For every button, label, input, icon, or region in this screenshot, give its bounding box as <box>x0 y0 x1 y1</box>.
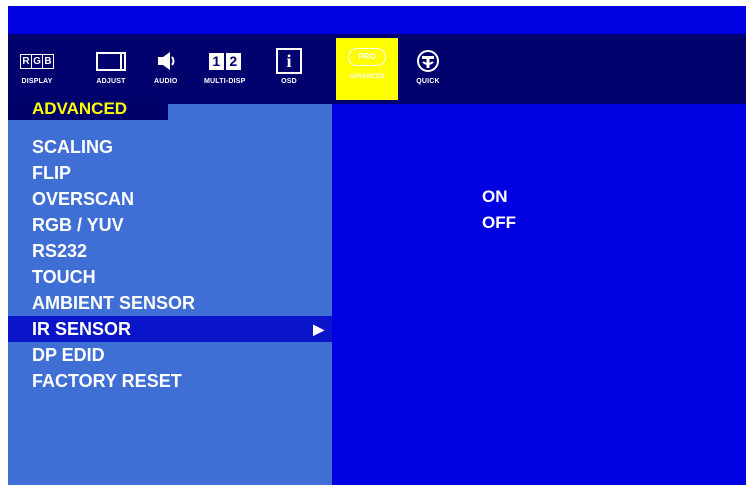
tab-advanced[interactable]: PRO ADVANCED <box>336 38 398 100</box>
menu-item-label: FLIP <box>32 163 71 183</box>
quick-icon <box>416 46 440 76</box>
tab-adjust[interactable]: ADJUST <box>96 46 126 98</box>
menu-item-label: SCALING <box>32 137 113 157</box>
adjust-icon <box>96 46 126 76</box>
menu-item-label: AMBIENT SENSOR <box>32 293 196 313</box>
tab-advanced-label: ADVANCED <box>349 74 385 80</box>
menu-item-label: DP EDID <box>32 345 105 365</box>
advanced-menu: SCALING FLIP OVERSCAN RGB / YUV RS232 TO… <box>8 134 332 394</box>
menu-item-touch[interactable]: TOUCH <box>8 264 332 290</box>
tab-multi-disp[interactable]: 1 2 MULTI-DISP <box>204 46 246 98</box>
menu-item-flip[interactable]: FLIP <box>8 160 332 186</box>
multi-display-digit-1: 1 <box>208 52 224 70</box>
tab-osd-label: OSD <box>281 78 297 85</box>
tab-audio-label: AUDIO <box>154 78 178 85</box>
speaker-icon <box>155 46 177 76</box>
section-title: ADVANCED <box>8 98 168 120</box>
tab-audio[interactable]: AUDIO <box>154 46 178 98</box>
menu-item-dp-edid[interactable]: DP EDID <box>8 342 332 368</box>
tab-quick-label: QUICK <box>416 78 440 85</box>
menu-item-overscan[interactable]: OVERSCAN <box>8 186 332 212</box>
tab-display-label: DISPLAY <box>21 78 53 85</box>
arrow-right-icon: ▶ <box>313 321 324 337</box>
menu-item-rgb-yuv[interactable]: RGB / YUV <box>8 212 332 238</box>
multi-display-icon: 1 2 <box>208 46 241 76</box>
menu-item-label: FACTORY RESET <box>32 371 182 391</box>
tab-display[interactable]: R G B DISPLAY <box>20 46 54 98</box>
menu-item-label: IR SENSOR <box>32 319 132 339</box>
rgb-display-icon: R G B <box>20 46 54 76</box>
menu-item-label: RS232 <box>32 241 88 261</box>
rgb-letter-g: G <box>32 54 43 68</box>
tab-osd[interactable]: i OSD <box>276 46 302 98</box>
rgb-letter-r: R <box>21 54 32 68</box>
tab-adjust-label: ADJUST <box>96 78 126 85</box>
ir-sensor-options: ON OFF <box>482 184 516 236</box>
top-strip <box>8 6 746 34</box>
menu-item-ambient-sensor[interactable]: AMBIENT SENSOR <box>8 290 332 316</box>
menu-item-scaling[interactable]: SCALING <box>8 134 332 160</box>
multi-display-digit-2: 2 <box>225 52 241 70</box>
menu-item-ir-sensor[interactable]: IR SENSOR ▶ <box>8 316 332 342</box>
pro-icon: PRO <box>348 48 386 66</box>
menu-item-factory-reset[interactable]: FACTORY RESET <box>8 368 332 394</box>
menu-item-label: OVERSCAN <box>32 189 135 209</box>
menu-item-label: RGB / YUV <box>32 215 124 235</box>
tab-quick[interactable]: QUICK <box>416 46 440 98</box>
menu-item-rs232[interactable]: RS232 <box>8 238 332 264</box>
info-icon: i <box>276 46 302 76</box>
icon-bar: R G B DISPLAY ADJUST AUDIO 1 2 MULTI-DIS… <box>8 34 746 104</box>
tab-multi-disp-label: MULTI-DISP <box>204 78 246 85</box>
option-off[interactable]: OFF <box>482 210 516 236</box>
options-panel <box>332 104 746 485</box>
osd-window: R G B DISPLAY ADJUST AUDIO 1 2 MULTI-DIS… <box>8 6 746 485</box>
menu-item-label: TOUCH <box>32 267 96 287</box>
rgb-letter-b: B <box>44 55 52 67</box>
option-on[interactable]: ON <box>482 184 516 210</box>
